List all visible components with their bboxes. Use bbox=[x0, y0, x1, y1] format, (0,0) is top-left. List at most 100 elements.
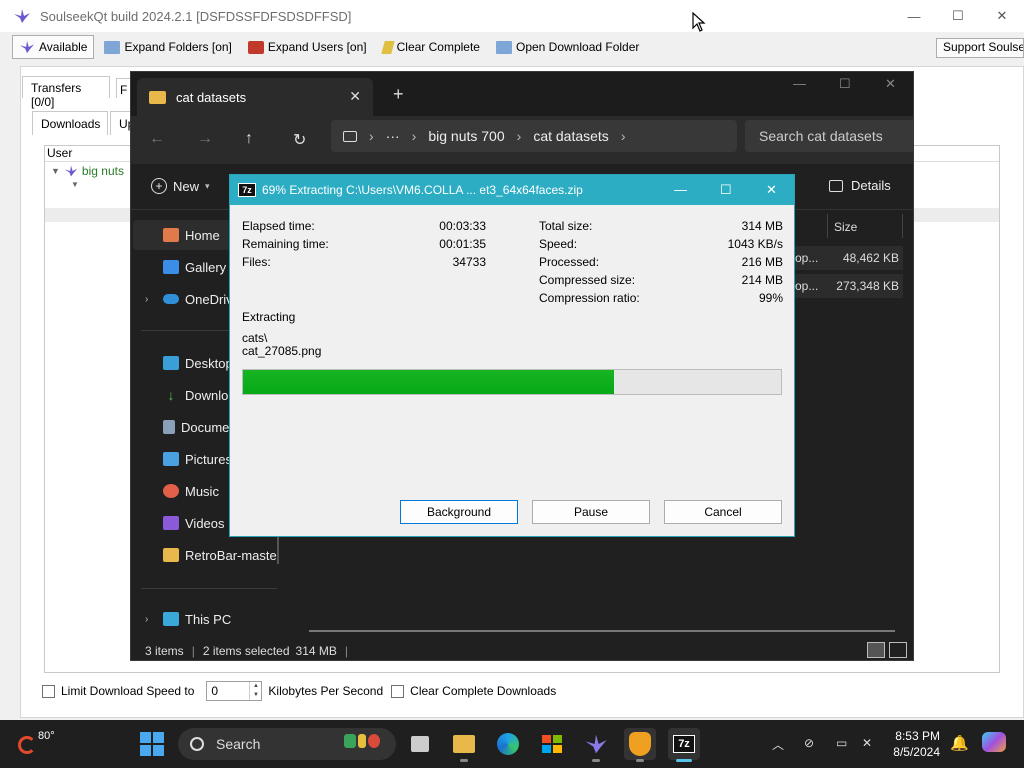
elapsed-value: 00:03:33 bbox=[439, 219, 486, 233]
minimize-icon[interactable]: — bbox=[793, 76, 806, 91]
close-tab-icon[interactable]: ✕ bbox=[349, 88, 361, 105]
clear-complete-downloads-checkbox[interactable] bbox=[391, 684, 405, 698]
chevron-right-icon[interactable]: › bbox=[145, 294, 148, 305]
minimize-icon[interactable]: — bbox=[892, 0, 936, 32]
close-icon[interactable]: ✕ bbox=[885, 76, 896, 92]
breadcrumb-item[interactable]: big nuts 700 bbox=[428, 128, 504, 144]
soulseek-toolbar: Available Expand Folders [on] Expand Use… bbox=[0, 32, 1024, 62]
nav-item-retrobar[interactable]: RetroBar-master bbox=[133, 540, 277, 570]
new-button[interactable]: + New ▾ bbox=[151, 178, 210, 194]
browser-icon bbox=[629, 732, 651, 756]
windows-logo-icon bbox=[140, 732, 151, 743]
weather-widget[interactable]: 80° bbox=[18, 730, 55, 754]
speed-label: Speed: bbox=[539, 237, 578, 251]
back-arrow-icon[interactable]: ← bbox=[149, 130, 165, 148]
clear-complete-button[interactable]: Clear Complete bbox=[377, 35, 486, 59]
weather-icon bbox=[18, 736, 36, 754]
total-size-value: 314 MB bbox=[741, 219, 783, 233]
selected-size: 314 MB bbox=[295, 644, 337, 658]
limit-speed-spinbox[interactable]: 0 ▲ ▼ bbox=[206, 681, 263, 701]
tab-downloads[interactable]: Downloads bbox=[32, 111, 108, 135]
extract-progress-bar bbox=[242, 369, 782, 395]
compression-ratio-value: 99% bbox=[758, 291, 783, 305]
details-button[interactable]: Details bbox=[829, 178, 891, 193]
limit-speed-checkbox[interactable] bbox=[42, 684, 55, 698]
breadcrumb-item[interactable]: cat datasets bbox=[533, 128, 609, 144]
users-icon bbox=[247, 40, 264, 54]
minimize-icon[interactable]: — bbox=[674, 182, 687, 197]
taskbar-store[interactable] bbox=[536, 728, 568, 760]
explorer-tab[interactable]: cat datasets ✕ bbox=[137, 78, 373, 116]
running-indicator bbox=[676, 759, 692, 762]
taskbar-7zip[interactable]: 7z bbox=[668, 728, 700, 762]
maximize-icon[interactable]: ☐ bbox=[720, 182, 732, 198]
horizontal-scrollbar[interactable] bbox=[309, 630, 895, 632]
nav-item-this-pc[interactable]: › This PC bbox=[133, 604, 277, 634]
operation-status: Extracting bbox=[242, 310, 296, 324]
column-header-size[interactable]: Size bbox=[827, 214, 903, 238]
expand-users-button[interactable]: Expand Users [on] bbox=[242, 35, 373, 59]
forward-arrow-icon[interactable]: → bbox=[197, 130, 213, 148]
expand-folders-label: Expand Folders [on] bbox=[124, 40, 232, 54]
maximize-icon[interactable]: ☐ bbox=[936, 0, 980, 32]
taskbar-soulseek[interactable] bbox=[580, 728, 612, 762]
chevron-right-icon[interactable]: › bbox=[145, 614, 148, 625]
clock-date: 8/5/2024 bbox=[893, 745, 940, 759]
copilot-icon[interactable] bbox=[982, 732, 1006, 752]
soulseek-bird-icon bbox=[20, 40, 34, 54]
address-bar[interactable]: › ··· › big nuts 700 › cat datasets › bbox=[331, 120, 737, 152]
cancel-button[interactable]: Cancel bbox=[664, 500, 782, 524]
task-view-button[interactable] bbox=[404, 728, 436, 760]
close-icon[interactable]: ✕ bbox=[766, 182, 777, 198]
pause-button[interactable]: Pause bbox=[532, 500, 650, 524]
nav-label: Videos bbox=[185, 515, 225, 531]
nav-label: Gallery bbox=[185, 259, 227, 275]
selected-count: 2 items selected bbox=[202, 644, 290, 658]
mute-icon[interactable]: ✕ bbox=[862, 736, 872, 750]
explorer-search-input[interactable]: Search cat datasets bbox=[745, 120, 913, 152]
open-download-folder-button[interactable]: Open Download Folder bbox=[490, 35, 645, 59]
nav-label: Desktop bbox=[185, 355, 233, 371]
network-icon[interactable]: ⊘ bbox=[804, 736, 814, 750]
download-icon: ↓ bbox=[167, 387, 175, 403]
refresh-icon[interactable]: ↻ bbox=[293, 130, 306, 150]
limit-speed-value: 0 bbox=[211, 684, 219, 698]
new-tab-icon[interactable]: + bbox=[393, 84, 404, 105]
start-button[interactable] bbox=[140, 732, 164, 756]
processed-label: Processed: bbox=[539, 255, 600, 269]
expand-arrow-icon[interactable]: ▼ bbox=[71, 180, 79, 189]
details-pane-icon bbox=[829, 179, 843, 192]
taskbar-explorer[interactable] bbox=[448, 728, 480, 762]
chevron-up-icon[interactable]: ︿ bbox=[772, 736, 784, 753]
user-row[interactable]: ▼ big nuts bbox=[45, 164, 124, 178]
videos-icon bbox=[163, 516, 179, 530]
windows-logo-icon bbox=[153, 745, 164, 756]
system-clock[interactable]: 8:53 PM 8/5/2024 bbox=[876, 728, 940, 760]
available-button[interactable]: Available bbox=[12, 35, 95, 59]
support-soulseek-button[interactable]: Support Soulseek bbox=[936, 38, 1024, 58]
remaining-value: 00:01:35 bbox=[439, 237, 486, 251]
taskbar-brave[interactable] bbox=[624, 728, 656, 762]
7zip-logo-icon: 7z bbox=[238, 183, 256, 197]
notification-bell-icon[interactable]: 🔔 bbox=[950, 734, 969, 752]
extract-progress-dialog: 7z 69% Extracting C:\Users\VM6.COLLA ...… bbox=[229, 174, 795, 537]
details-view-icon[interactable] bbox=[867, 642, 885, 658]
up-arrow-icon[interactable]: ↑ bbox=[245, 130, 253, 148]
chevron-right-icon: › bbox=[516, 128, 522, 144]
expand-arrow-icon[interactable]: ▼ bbox=[51, 166, 60, 176]
expand-folders-button[interactable]: Expand Folders [on] bbox=[98, 35, 237, 59]
maximize-icon[interactable]: ☐ bbox=[839, 76, 851, 92]
chevron-right-icon[interactable]: › bbox=[621, 128, 626, 144]
close-icon[interactable]: ✕ bbox=[980, 0, 1024, 32]
clear-complete-label: Clear Complete bbox=[396, 40, 480, 54]
background-button[interactable]: Background bbox=[400, 500, 518, 524]
display-icon[interactable]: ▭ bbox=[836, 736, 847, 750]
more-icon[interactable]: ··· bbox=[386, 128, 400, 144]
tiles-view-icon[interactable] bbox=[889, 642, 907, 658]
file-row[interactable]: op... 273,348 KB bbox=[791, 274, 903, 298]
tab-transfers[interactable]: Transfers [0/0] bbox=[22, 76, 110, 109]
soulseek-window-title: SoulseekQt build 2024.2.1 [DSFDSSFDFSDSD… bbox=[40, 8, 352, 24]
taskbar-edge[interactable] bbox=[492, 728, 524, 760]
file-row[interactable]: op... 48,462 KB bbox=[791, 246, 903, 270]
spin-arrows-icon[interactable]: ▲ ▼ bbox=[249, 682, 261, 700]
